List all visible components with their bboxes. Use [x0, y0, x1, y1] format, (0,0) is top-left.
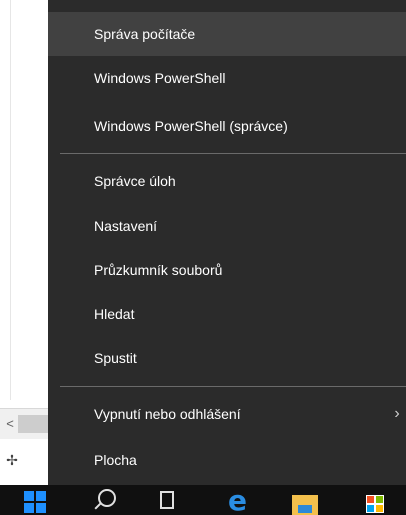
- menu-item-settings[interactable]: Nastavení: [48, 204, 406, 248]
- menu-item-label: Spustit: [94, 350, 137, 366]
- horizontal-scrollbar[interactable]: <: [0, 408, 48, 439]
- task-view-icon[interactable]: [146, 485, 190, 515]
- menu-item-desktop[interactable]: Plocha: [48, 438, 406, 482]
- move-handle[interactable]: ✢: [0, 440, 48, 484]
- menu-item-run[interactable]: Spustit: [48, 336, 406, 380]
- menu-item-label: Správa počítače: [94, 26, 196, 42]
- taskbar: e: [0, 485, 406, 515]
- menu-separator: [60, 386, 406, 387]
- winx-context-menu: Správa počítače Windows PowerShell Windo…: [48, 0, 406, 485]
- menu-item-label: Plocha: [94, 452, 137, 468]
- edge-icon[interactable]: e: [222, 485, 266, 515]
- chevron-right-icon: ›: [394, 405, 400, 422]
- desktop-screen: < ✢ Správa počítače Windows PowerShell W…: [0, 0, 406, 515]
- menu-item-label: Správce úloh: [94, 173, 176, 189]
- menu-item-label: Hledat: [94, 306, 135, 322]
- window-divider: [10, 0, 11, 400]
- menu-item-label: Windows PowerShell: [94, 70, 226, 86]
- store-icon[interactable]: [354, 485, 398, 515]
- menu-item-label: Nastavení: [94, 218, 158, 234]
- start-icon[interactable]: [14, 489, 54, 515]
- menu-separator: [60, 153, 406, 154]
- menu-item-search[interactable]: Hledat: [48, 292, 406, 336]
- scroll-thumb[interactable]: [18, 415, 48, 433]
- menu-item-windows-powershell[interactable]: Windows PowerShell: [48, 56, 406, 100]
- menu-item-label: Vypnutí nebo odhlášení: [94, 406, 241, 422]
- move-icon: ✢: [6, 452, 18, 468]
- background-window: < ✢: [0, 0, 48, 485]
- menu-item-label: Průzkumník souborů: [94, 262, 223, 278]
- scroll-left-arrow[interactable]: <: [4, 415, 16, 433]
- menu-item-computer-management[interactable]: Správa počítače: [48, 12, 406, 56]
- menu-item-task-manager[interactable]: Správce úloh: [48, 159, 406, 203]
- search-icon[interactable]: [86, 485, 130, 515]
- menu-item-label: Windows PowerShell (správce): [94, 118, 288, 134]
- menu-item-shutdown-signout[interactable]: Vypnutí nebo odhlášení ›: [48, 392, 406, 436]
- file-explorer-icon[interactable]: [286, 485, 330, 515]
- menu-item-file-explorer[interactable]: Průzkumník souborů: [48, 248, 406, 292]
- menu-item-windows-powershell-admin[interactable]: Windows PowerShell (správce): [48, 104, 406, 148]
